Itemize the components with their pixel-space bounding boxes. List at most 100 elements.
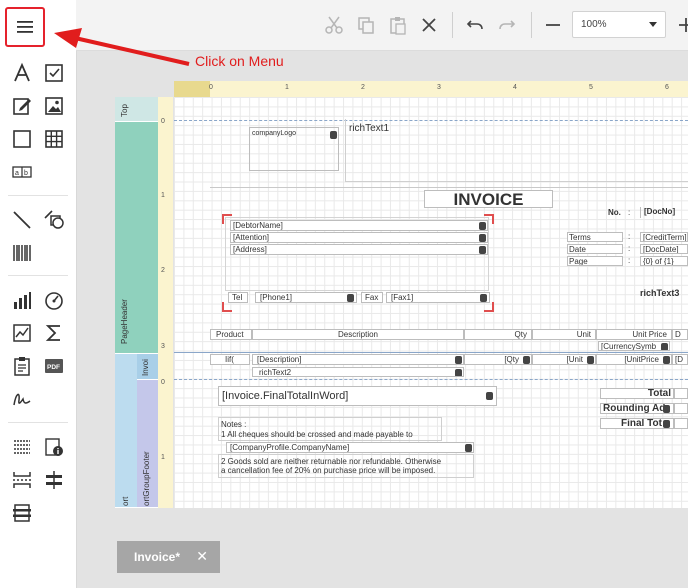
- rich-text1-box[interactable]: richText1: [345, 119, 688, 182]
- ruler-tick: 4: [513, 84, 517, 91]
- band-strip: Top PageHeader ort Invoi ortGroupFooter: [115, 97, 158, 508]
- report-design-surface[interactable]: companyLogo richText1 INVOICE No. : [Doc…: [174, 97, 688, 508]
- debtor-name-text: [DebtorName]: [233, 221, 283, 230]
- ruler-tick: 2: [361, 84, 365, 91]
- currency-symbol-field[interactable]: [CurrencySymb: [598, 341, 670, 351]
- band-group-footer[interactable]: ortGroupFooter: [137, 380, 158, 508]
- ruler-tick: 0: [161, 118, 165, 125]
- band-divider: [174, 352, 688, 353]
- ruler-tick: 6: [665, 84, 669, 91]
- final-total-value-field[interactable]: [674, 418, 688, 429]
- database-icon: [465, 444, 472, 452]
- database-icon: [479, 222, 486, 230]
- notes-box[interactable]: Notes : 1 All cheques should be crossed …: [218, 417, 442, 441]
- col-discount[interactable]: D: [672, 329, 688, 340]
- database-icon: [523, 356, 530, 364]
- company-logo-label: companyLogo: [252, 130, 296, 137]
- ruler-tick: 0: [209, 84, 213, 91]
- company-logo-box[interactable]: companyLogo: [249, 127, 339, 171]
- detail-discount-field[interactable]: [D: [672, 354, 688, 365]
- ruler-tick: 0: [161, 379, 165, 386]
- credit-term-field[interactable]: [CreditTerm]: [640, 232, 688, 242]
- debtor-name-field[interactable]: [DebtorName]: [230, 220, 488, 231]
- page-number-field[interactable]: {0} of {1}: [640, 256, 688, 266]
- ruler-tick: 1: [161, 454, 165, 461]
- terms-colon: :: [628, 232, 631, 241]
- rich-text2-text: richText2: [259, 368, 292, 377]
- rich-text2-field[interactable]: richText2: [252, 367, 464, 377]
- rounding-label-text: Rounding Ad: [603, 403, 666, 414]
- database-icon: [663, 420, 670, 428]
- rich-text3-box[interactable]: richText3: [640, 287, 688, 301]
- document-tab-label: Invoice*: [134, 550, 181, 564]
- col-qty[interactable]: Qty: [464, 329, 532, 340]
- database-icon: [479, 234, 486, 242]
- detail-unit-price-field[interactable]: [UnitPrice: [596, 354, 672, 365]
- band-label: Top: [120, 104, 129, 117]
- band-top[interactable]: Top: [115, 97, 158, 122]
- database-icon: [330, 131, 337, 139]
- ruler-tick: 2: [161, 267, 165, 274]
- band-invoice-detail[interactable]: Invoi: [137, 354, 158, 380]
- final-total-label-text: Final Tot: [621, 418, 662, 429]
- document-tab[interactable]: Invoice* ✕: [117, 541, 220, 573]
- company-name-field[interactable]: [CompanyProfile.CompanyName]: [226, 442, 474, 453]
- band-label: Invoi: [141, 359, 150, 376]
- band-report-group[interactable]: ort: [115, 354, 137, 508]
- horizontal-ruler: 0 1 2 3 4 5 6: [174, 81, 688, 97]
- address-text: [Address]: [233, 245, 267, 254]
- address-field[interactable]: [Address]: [230, 244, 488, 255]
- ruler-tick: 3: [161, 343, 165, 350]
- no-label: No.: [608, 208, 621, 217]
- detail-qty-field[interactable]: [Qty: [464, 354, 532, 365]
- note-2-line-2: a cancellation fee of 20% on purchase pr…: [221, 466, 436, 475]
- col-unit-price[interactable]: Unit Price: [596, 329, 672, 340]
- database-icon: [663, 356, 670, 364]
- database-icon: [347, 294, 354, 302]
- band-label: ort: [121, 496, 130, 506]
- rounding-value-field[interactable]: [674, 403, 688, 414]
- vertical-ruler: 0 1 2 3 0 1: [158, 97, 173, 508]
- date-colon: :: [628, 244, 631, 253]
- doc-no-field[interactable]: [DocNo]: [640, 207, 688, 218]
- attention-field[interactable]: [Attention]: [230, 232, 488, 243]
- detail-unit-text: [Unit: [566, 355, 583, 364]
- database-icon: [455, 369, 462, 376]
- company-name-text: [CompanyProfile.CompanyName]: [230, 443, 350, 452]
- invoice-title[interactable]: INVOICE: [424, 190, 553, 208]
- final-total-words-field[interactable]: [Invoice.FinalTotalInWord]: [218, 386, 497, 406]
- fax-field[interactable]: [Fax1]: [386, 292, 490, 303]
- col-unit[interactable]: Unit: [532, 329, 596, 340]
- band-label: ortGroupFooter: [142, 451, 151, 506]
- ruler-tick: 1: [161, 192, 165, 199]
- detail-iif-field[interactable]: Iif(: [210, 354, 250, 365]
- phone-field[interactable]: [Phone1]: [255, 292, 357, 303]
- note-1: 1 All cheques should be crossed and made…: [221, 430, 413, 439]
- note-2-box[interactable]: 2 Goods sold are neither returnable nor …: [218, 454, 474, 478]
- doc-date-field[interactable]: [DocDate]: [640, 244, 688, 254]
- note-2-line-1: 2 Goods sold are neither returnable nor …: [221, 457, 442, 466]
- detail-description-field[interactable]: [Description]: [252, 354, 464, 365]
- band-page-header[interactable]: PageHeader: [115, 122, 158, 354]
- total-label: Total: [600, 388, 674, 399]
- final-total-words-text: [Invoice.FinalTotalInWord]: [222, 390, 349, 402]
- col-product[interactable]: Product: [210, 329, 252, 340]
- total-value-field[interactable]: [674, 388, 688, 399]
- ruler-tick: 3: [437, 84, 441, 91]
- currency-symbol-text: [CurrencySymb: [601, 342, 657, 351]
- notes-title: Notes :: [221, 420, 247, 429]
- ruler-tick: 5: [589, 84, 593, 91]
- detail-qty-text: [Qty: [504, 355, 519, 364]
- phone-text: [Phone1]: [260, 293, 293, 302]
- ruler-tick: 1: [285, 84, 289, 91]
- rounding-label: Rounding Ad: [600, 403, 674, 414]
- fax-label: Fax: [361, 292, 383, 303]
- database-icon: [480, 294, 487, 302]
- annotation-text: Click on Menu: [195, 53, 284, 69]
- database-icon: [479, 246, 486, 254]
- col-description[interactable]: Description: [252, 329, 464, 340]
- detail-unit-field[interactable]: [Unit: [532, 354, 596, 365]
- close-tab-icon[interactable]: ✕: [196, 548, 208, 565]
- detail-unit-price-text: [UnitPrice: [624, 355, 659, 364]
- no-colon: :: [628, 208, 631, 217]
